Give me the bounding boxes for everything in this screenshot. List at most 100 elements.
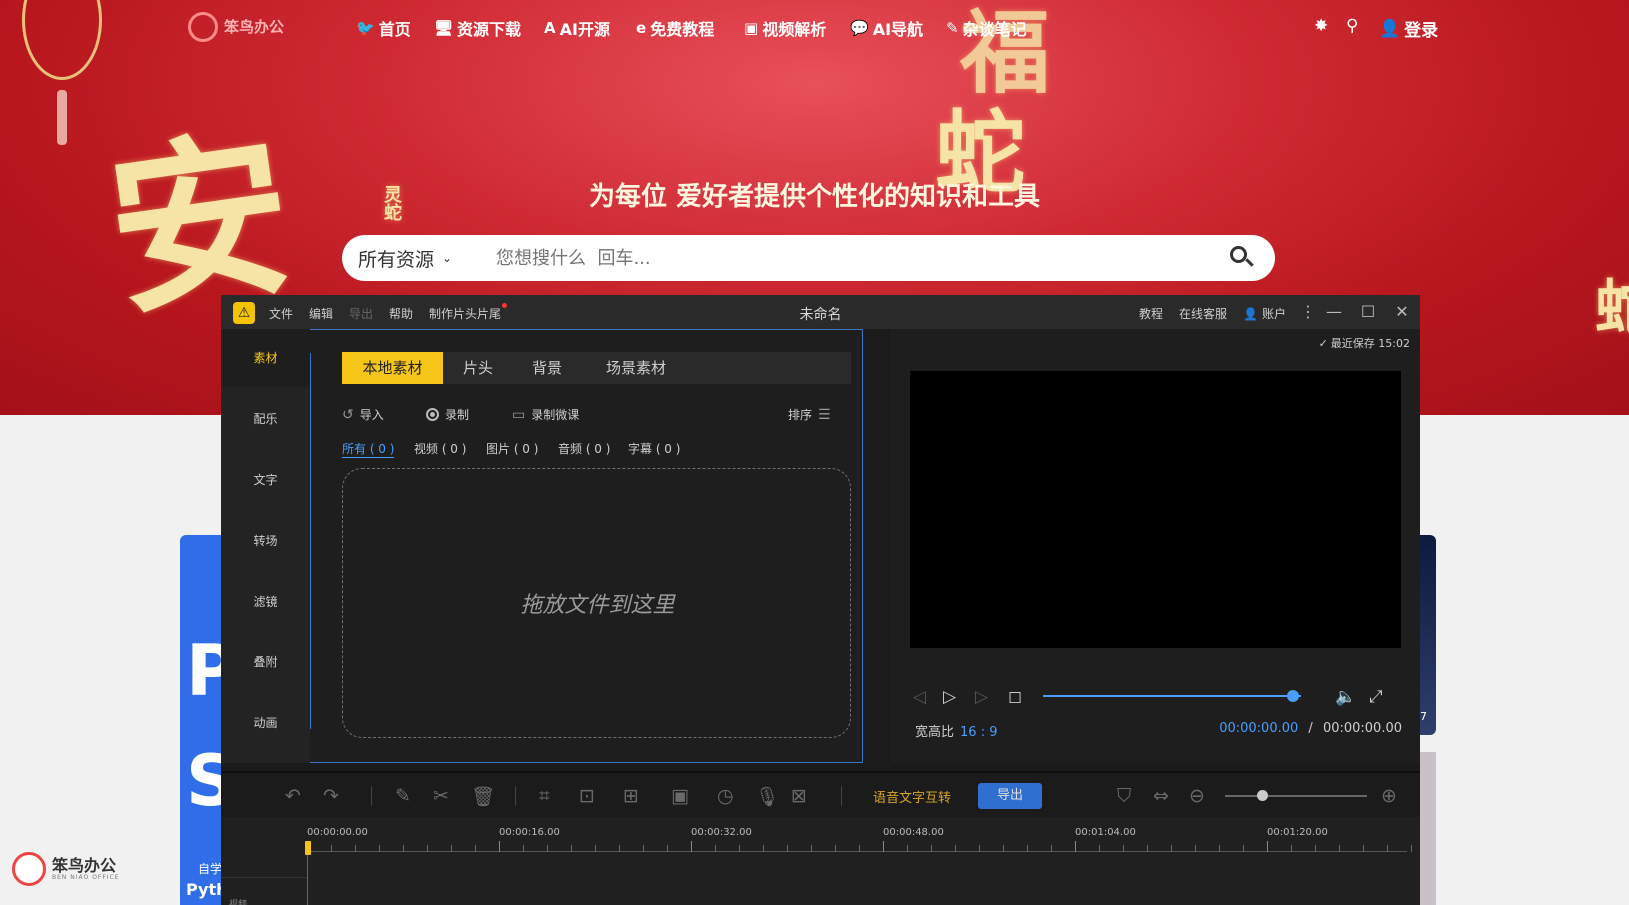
nav-home[interactable]: 🐦 首页 bbox=[356, 16, 411, 40]
tab-local-media[interactable]: 本地素材 bbox=[342, 352, 443, 384]
site-logo-icon[interactable] bbox=[188, 12, 218, 42]
ruler-tick bbox=[763, 845, 764, 852]
nav-ai-guide[interactable]: 💬 AI导航 bbox=[850, 16, 923, 40]
close-button[interactable]: ✕ bbox=[1391, 301, 1413, 323]
tab-scene-media[interactable]: 场景素材 bbox=[590, 352, 682, 384]
zoom-in-icon[interactable]: ⊕ bbox=[1381, 785, 1397, 807]
trash-icon[interactable]: 🗑 bbox=[471, 785, 495, 808]
zoom-slider-knob[interactable] bbox=[1256, 790, 1268, 801]
undo-icon[interactable]: ↶ bbox=[285, 785, 301, 807]
menu-file[interactable]: 文件 bbox=[269, 305, 293, 322]
account-button[interactable]: 👤 账户 bbox=[1243, 305, 1286, 322]
theme-toggle-button[interactable]: ✸ bbox=[1314, 16, 1328, 36]
speech-text-convert-button[interactable]: 语音文字互转 bbox=[873, 787, 951, 806]
site-logo-text[interactable]: 笨鸟办公 bbox=[224, 16, 284, 37]
filter-image[interactable]: 图片 ( 0 ) bbox=[486, 440, 538, 457]
ruler-tick bbox=[1027, 845, 1028, 852]
zoom-slider-track[interactable] bbox=[1225, 795, 1367, 797]
preview-screen[interactable] bbox=[910, 371, 1401, 648]
ruler-tick bbox=[1171, 845, 1172, 852]
aspect-ratio-control[interactable]: 宽高比 16 : 9 bbox=[915, 721, 997, 740]
pencil-icon[interactable]: ✎ bbox=[395, 785, 411, 807]
timeline-ruler[interactable]: 00:00:00.00 00:00:16.00 00:00:32.00 00:0… bbox=[221, 817, 1420, 905]
filter-video[interactable]: 视频 ( 0 ) bbox=[414, 440, 466, 457]
mosaic-icon[interactable]: ⊞ bbox=[623, 785, 639, 807]
left-nav-music[interactable]: 配乐 bbox=[221, 390, 310, 448]
search-category-select[interactable]: 所有资源 ⌄ bbox=[358, 245, 484, 272]
next-frame-icon[interactable]: ▷ bbox=[975, 687, 988, 707]
filter-subtitle[interactable]: 字幕 ( 0 ) bbox=[628, 440, 680, 457]
stop-button[interactable]: ◻ bbox=[1008, 687, 1022, 707]
left-nav-text[interactable]: 文字 bbox=[221, 451, 310, 509]
left-nav-animation[interactable]: 动画 bbox=[221, 694, 310, 752]
toolbar-divider bbox=[515, 786, 516, 806]
menu-intro-outro[interactable]: 制作片头片尾 bbox=[429, 305, 501, 322]
time-separator: / bbox=[1308, 721, 1313, 736]
tab-intro[interactable]: 片头 bbox=[448, 352, 508, 384]
import-icon: ↺ bbox=[342, 406, 354, 423]
chevron-down-icon: ⌄ bbox=[442, 251, 453, 265]
side-card-right-text: 7 bbox=[1420, 710, 1427, 723]
nav-video-parse[interactable]: ▣ 视频解析 bbox=[744, 16, 826, 40]
filter-all[interactable]: 所有 ( 0 ) bbox=[342, 440, 395, 458]
support-link[interactable]: 在线客服 bbox=[1179, 305, 1227, 322]
chat-icon: 💬 bbox=[850, 19, 869, 37]
playback-progress-track[interactable] bbox=[1043, 695, 1301, 697]
presenter-icon[interactable]: ⊠ bbox=[791, 785, 807, 807]
nav-ai-open[interactable]: A AI开源 bbox=[544, 16, 610, 40]
volume-icon[interactable]: 🔈 bbox=[1335, 687, 1356, 707]
record-button[interactable]: 录制 bbox=[426, 406, 469, 423]
scissors-icon[interactable]: ✂ bbox=[433, 785, 449, 807]
crop-icon[interactable]: ⌗ bbox=[539, 785, 550, 807]
fullscreen-icon[interactable]: ⤢ bbox=[1369, 687, 1383, 707]
fit-width-icon[interactable]: ⇔ bbox=[1153, 785, 1169, 807]
bird-icon: 🐦 bbox=[356, 19, 375, 37]
zoom-out-icon[interactable]: ⊖ bbox=[1189, 785, 1205, 807]
menu-export[interactable]: 导出 bbox=[349, 305, 373, 322]
tab-background[interactable]: 背景 bbox=[514, 352, 580, 384]
ruler-tick bbox=[883, 841, 884, 852]
clock-icon[interactable]: ◷ bbox=[717, 785, 734, 807]
prev-frame-icon[interactable]: ◁ bbox=[913, 687, 926, 707]
nav-tutorials[interactable]: e 免费教程 bbox=[636, 16, 714, 40]
menu-edit[interactable]: 编辑 bbox=[309, 305, 333, 322]
filter-audio[interactable]: 音频 ( 0 ) bbox=[558, 440, 610, 457]
more-menu-icon[interactable]: ⋮ bbox=[1297, 301, 1319, 323]
search-button[interactable]: ⚲ bbox=[1346, 16, 1358, 36]
export-button[interactable]: 导出 bbox=[978, 783, 1042, 809]
nav-label: AI导航 bbox=[872, 20, 924, 39]
ruler-tick bbox=[1291, 845, 1292, 852]
play-button[interactable]: ▷ bbox=[943, 687, 956, 707]
playhead-handle[interactable] bbox=[305, 841, 311, 855]
maximize-button[interactable]: ☐ bbox=[1357, 301, 1379, 323]
frame-icon[interactable]: ▣ bbox=[671, 785, 689, 807]
microphone-icon[interactable]: 🎙 bbox=[755, 785, 779, 808]
resize-icon[interactable]: ⊡ bbox=[579, 785, 595, 807]
redo-icon[interactable]: ↷ bbox=[323, 785, 339, 807]
left-nav-materials[interactable]: 素材 bbox=[221, 329, 310, 387]
record-icon bbox=[426, 408, 439, 421]
nav-notes[interactable]: ✎ 杂谈笔记 bbox=[946, 16, 1027, 40]
playback-progress-knob[interactable] bbox=[1287, 690, 1300, 702]
search-submit-button[interactable] bbox=[1227, 243, 1257, 273]
editor-left-nav: 素材 配乐 文字 转场 滤镜 叠附 动画 bbox=[221, 329, 310, 763]
left-nav-overlay[interactable]: 叠附 bbox=[221, 633, 310, 691]
ruler-tick bbox=[931, 845, 932, 852]
tutorial-link[interactable]: 教程 bbox=[1139, 305, 1163, 322]
left-nav-filters[interactable]: 滤镜 bbox=[221, 573, 310, 631]
ruler-tick bbox=[1123, 845, 1124, 852]
menu-help[interactable]: 帮助 bbox=[389, 305, 413, 322]
record-micro-button[interactable]: ▭ 录制微课 bbox=[512, 406, 579, 423]
search-input[interactable] bbox=[496, 238, 1227, 278]
import-button[interactable]: ↺ 导入 bbox=[342, 406, 384, 423]
ruler-tick bbox=[1411, 845, 1412, 852]
file-dropzone[interactable]: 拖放文件到这里 bbox=[342, 468, 851, 738]
sort-button[interactable]: 排序 ☰ bbox=[788, 406, 831, 423]
playhead-line bbox=[307, 853, 308, 905]
nav-downloads[interactable]: 🖥 资源下载 bbox=[434, 16, 521, 40]
left-nav-transitions[interactable]: 转场 bbox=[221, 512, 310, 570]
minimize-button[interactable]: — bbox=[1323, 301, 1345, 323]
watermark-logo: 笨鸟办公 BEN NIAO OFFICE bbox=[12, 852, 120, 886]
login-link[interactable]: 👤 登录 bbox=[1379, 16, 1438, 42]
shield-icon[interactable]: ⛉ bbox=[1117, 785, 1131, 807]
